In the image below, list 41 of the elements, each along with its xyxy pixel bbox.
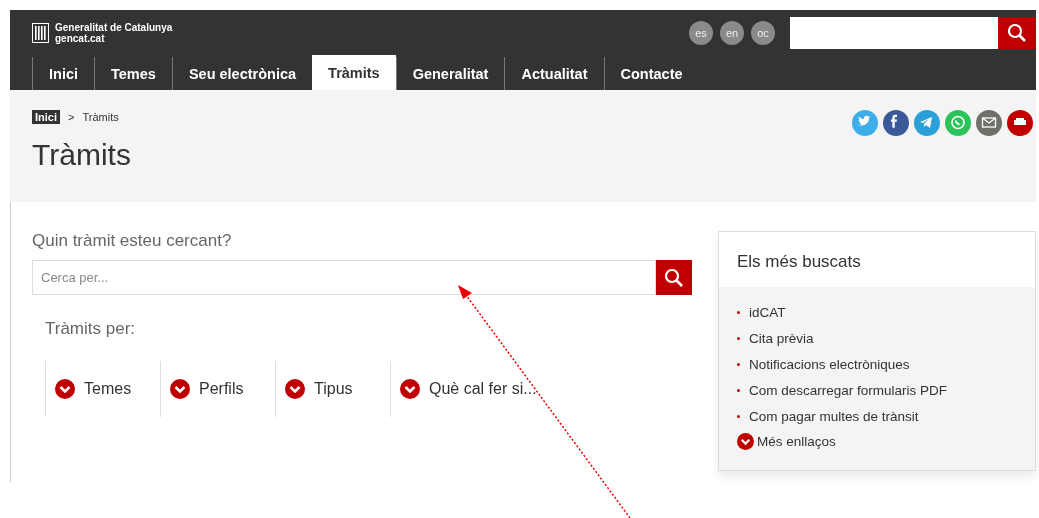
logo-title: Generalitat de Catalunya [55,21,173,33]
bullet-icon [737,414,740,418]
bullet-icon [737,336,740,340]
nav-tab[interactable]: Tràmits [312,55,396,90]
search-field[interactable] [790,16,998,49]
more-links-link[interactable]: Més enllaços [737,433,1035,450]
filter-heading: Tràmits per: [45,319,137,339]
card-title: Els més buscats [719,232,1035,287]
chevron-down-icon [400,379,420,399]
filter-dropdown[interactable]: Tipus [275,361,390,417]
search-question: Quin tràmit esteu cercant? [32,231,233,251]
search-field[interactable]: Cerca per... [32,260,656,295]
chevron-down-icon [285,379,305,399]
email-share-icon[interactable] [976,110,1002,136]
bullet-icon [737,310,740,314]
search-icon [1007,22,1027,43]
breadcrumb-separator: > [68,111,75,123]
page-title: Tràmits [32,138,131,172]
filter-dropdown[interactable]: Temes [45,361,160,417]
search-button[interactable] [998,16,1036,49]
filter-dropdown[interactable]: Què cal fer si... [390,361,545,417]
popular-link[interactable]: Com pagar multes de trànsit [749,408,919,424]
popular-link[interactable]: Com descarregar formularis PDF [749,382,948,398]
search-button[interactable] [656,260,692,295]
chevron-down-icon [737,433,754,450]
breadcrumb-home-link[interactable]: Inici [32,110,60,124]
logo-subtitle: gencat.cat [55,32,106,44]
print-share-icon[interactable] [1007,110,1033,136]
popular-link[interactable]: Cita prèvia [749,330,814,346]
chevron-down-icon [170,379,190,399]
bullet-icon [737,362,740,366]
filter-dropdown[interactable]: Perfils [160,361,275,417]
facebook-share-icon[interactable] [883,110,909,136]
breadcrumb-current: Tràmits [82,111,119,123]
search-icon [664,267,684,288]
logo-icon [32,22,49,43]
popular-link[interactable]: Notificacions electròniques [749,356,910,372]
popular-link[interactable]: idCAT [749,304,786,320]
chevron-down-icon [55,379,75,399]
telegram-share-icon[interactable] [914,110,940,136]
bullet-icon [737,388,740,392]
